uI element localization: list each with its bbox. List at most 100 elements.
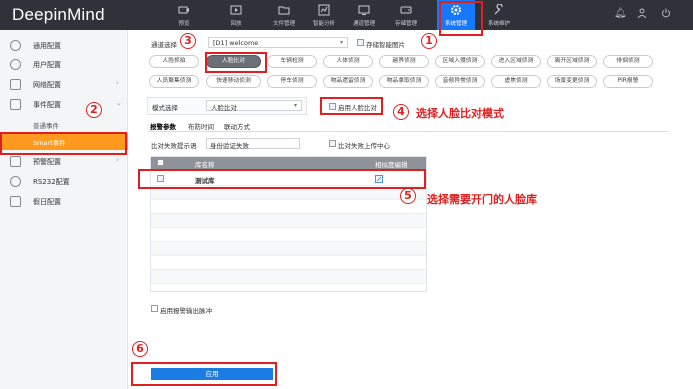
power-icon[interactable] bbox=[660, 8, 672, 20]
event-icon bbox=[10, 99, 21, 110]
chip-human-detection[interactable]: 人体侦测 bbox=[323, 55, 373, 68]
chip-unattended-baggage[interactable]: 物品遗留侦测 bbox=[323, 75, 373, 88]
tabs-divider bbox=[148, 131, 668, 132]
bell-icon[interactable]: 🔔︎ bbox=[614, 8, 627, 20]
sidebar-item-rs232[interactable]: RS232配置 bbox=[0, 173, 128, 191]
table-row-empty bbox=[151, 228, 426, 242]
chip-vehicle-detection[interactable]: 车辆检测 bbox=[267, 55, 317, 68]
mode-label: 模式选择 bbox=[152, 104, 178, 112]
channel-label: 通道选择 bbox=[151, 41, 177, 49]
chip-pir-alarm[interactable]: PIR报警 bbox=[603, 75, 653, 88]
chip-region-exit[interactable]: 离开区域侦测 bbox=[547, 55, 597, 68]
alert-icon bbox=[10, 156, 21, 167]
fail-upload-label: 比对失败上传中心 bbox=[338, 142, 390, 150]
nav-label: 文件管理 bbox=[272, 21, 295, 27]
nav-smart-analysis[interactable]: 智能分析 bbox=[305, 0, 343, 30]
nav-playback[interactable]: 回放 bbox=[217, 0, 255, 30]
chip-object-removal[interactable]: 物品拿取侦测 bbox=[379, 75, 429, 88]
sidebar-item-user[interactable]: 用户配置 bbox=[0, 56, 128, 74]
sidebar-item-holiday[interactable]: 假日配置 bbox=[0, 193, 128, 211]
nav-label: 预览 bbox=[178, 21, 190, 27]
annotation-step-3: 3 bbox=[180, 33, 196, 49]
chip-loitering[interactable]: 徘徊侦测 bbox=[603, 55, 653, 68]
sidebar-item-network[interactable]: 网络配置 › bbox=[0, 76, 128, 94]
chip-intrusion[interactable]: 区域入侵侦测 bbox=[435, 55, 485, 68]
channel-select-value: [D1] welcome bbox=[213, 39, 259, 47]
nav-preview[interactable]: 预览 bbox=[165, 0, 203, 30]
nav-label: 存储管理 bbox=[394, 21, 417, 27]
chevron-right-icon: › bbox=[116, 79, 119, 87]
user-account-icon[interactable] bbox=[636, 8, 648, 20]
chip-people-gathering[interactable]: 人员聚集侦测 bbox=[149, 75, 199, 88]
sidebar-item-label: RS232配置 bbox=[33, 178, 70, 186]
top-nav-bar: DeepinMind 预览 回放 文件管理 智能分析 通道管理 存储管理 系统管… bbox=[0, 0, 693, 30]
sidebar-item-label: 网络配置 bbox=[33, 81, 61, 89]
table-row-empty bbox=[151, 214, 426, 228]
sidebar-item-label: 事件配置 bbox=[33, 101, 61, 109]
annotation-step-4: 4 bbox=[393, 104, 409, 120]
chip-line-crossing[interactable]: 越界侦测 bbox=[379, 55, 429, 68]
channel-select[interactable]: [D1] welcome ▾ bbox=[208, 37, 348, 48]
chip-parking[interactable]: 停车侦测 bbox=[267, 75, 317, 88]
folder-icon bbox=[278, 6, 290, 15]
tab-alarm-params[interactable]: 报警参数 bbox=[150, 121, 176, 131]
annotation-box-1 bbox=[439, 1, 483, 36]
nav-label: 智能分析 bbox=[312, 21, 335, 27]
camera-icon bbox=[178, 6, 189, 14]
chip-audio-exception[interactable]: 音频异常侦测 bbox=[435, 75, 485, 88]
table-row-empty bbox=[151, 270, 426, 284]
channel-icon bbox=[358, 5, 370, 15]
annotation-box-4 bbox=[320, 97, 383, 115]
fail-upload-checkbox[interactable] bbox=[329, 140, 336, 147]
fail-prompt-input[interactable]: 身份验证失败 bbox=[206, 138, 300, 150]
tab-linkage[interactable]: 联动方式 bbox=[224, 121, 250, 131]
nav-file-management[interactable]: 文件管理 bbox=[265, 0, 303, 30]
network-icon bbox=[10, 79, 21, 90]
chevron-down-icon: ▾ bbox=[293, 102, 297, 109]
tab-arming-schedule[interactable]: 布防时间 bbox=[188, 121, 214, 131]
annotation-step-1: 1 bbox=[421, 33, 437, 49]
table-header: 库名称 相似度编辑 bbox=[151, 157, 426, 169]
chip-defocus[interactable]: 虚焦侦测 bbox=[491, 75, 541, 88]
sidebar-item-general[interactable]: 通用配置 bbox=[0, 37, 128, 55]
sidebar-item-label: 通用配置 bbox=[33, 42, 61, 50]
alarm-output-checkbox[interactable] bbox=[151, 305, 158, 312]
nav-channel-management[interactable]: 通道管理 bbox=[345, 0, 383, 30]
chip-fast-moving[interactable]: 快速移动侦测 bbox=[206, 75, 261, 88]
annotation-step-2: 2 bbox=[86, 102, 102, 118]
annotation-text-5: 选择需要开门的人脸库 bbox=[427, 193, 537, 206]
chip-region-entrance[interactable]: 进入区域侦测 bbox=[491, 55, 541, 68]
mode-select-value: 人脸比对 bbox=[211, 104, 237, 112]
settings-icon bbox=[10, 40, 21, 51]
chevron-right-icon: › bbox=[116, 156, 119, 164]
playback-icon bbox=[230, 5, 242, 15]
select-all-checkbox[interactable] bbox=[157, 159, 164, 166]
chip-scene-change[interactable]: 场景变更侦测 bbox=[547, 75, 597, 88]
sidebar-item-event[interactable]: 事件配置 ⌄ bbox=[0, 96, 128, 114]
save-image-checkbox[interactable] bbox=[357, 39, 364, 46]
sidebar-item-label: 预警配置 bbox=[33, 158, 61, 166]
nav-label: 通道管理 bbox=[352, 21, 375, 27]
chip-face-capture[interactable]: 人脸抓拍 bbox=[149, 55, 199, 68]
sidebar-subitem-normal-event[interactable]: 普通事件 bbox=[0, 117, 128, 133]
app-logo: DeepinMind bbox=[12, 5, 105, 24]
chevron-down-icon: ⌄ bbox=[116, 99, 122, 107]
annotation-box-2 bbox=[0, 132, 127, 155]
annotation-step-6: 6 bbox=[132, 341, 148, 357]
annotation-box-6 bbox=[131, 362, 277, 386]
nav-storage-management[interactable]: 存储管理 bbox=[387, 0, 425, 30]
annotation-box-3 bbox=[205, 52, 267, 73]
mode-select[interactable]: 人脸比对 ▾ bbox=[206, 100, 302, 112]
user-icon bbox=[10, 59, 21, 70]
table-row-empty bbox=[151, 256, 426, 270]
column-header-similarity: 相似度编辑 bbox=[375, 161, 408, 169]
column-header-library-name: 库名称 bbox=[195, 161, 215, 169]
sidebar-subitem-label: 普通事件 bbox=[33, 122, 59, 130]
alarm-output-label: 启用报警输出脉冲 bbox=[160, 307, 212, 315]
nav-system-maintenance[interactable]: 系统维护 bbox=[480, 0, 518, 30]
sidebar-item-label: 用户配置 bbox=[33, 61, 61, 69]
sidebar-item-alert[interactable]: 预警配置 › bbox=[0, 153, 128, 171]
table-row-empty bbox=[151, 200, 426, 214]
annotation-box-5 bbox=[138, 169, 426, 189]
fail-prompt-label: 比对失败提示语 bbox=[151, 142, 197, 150]
